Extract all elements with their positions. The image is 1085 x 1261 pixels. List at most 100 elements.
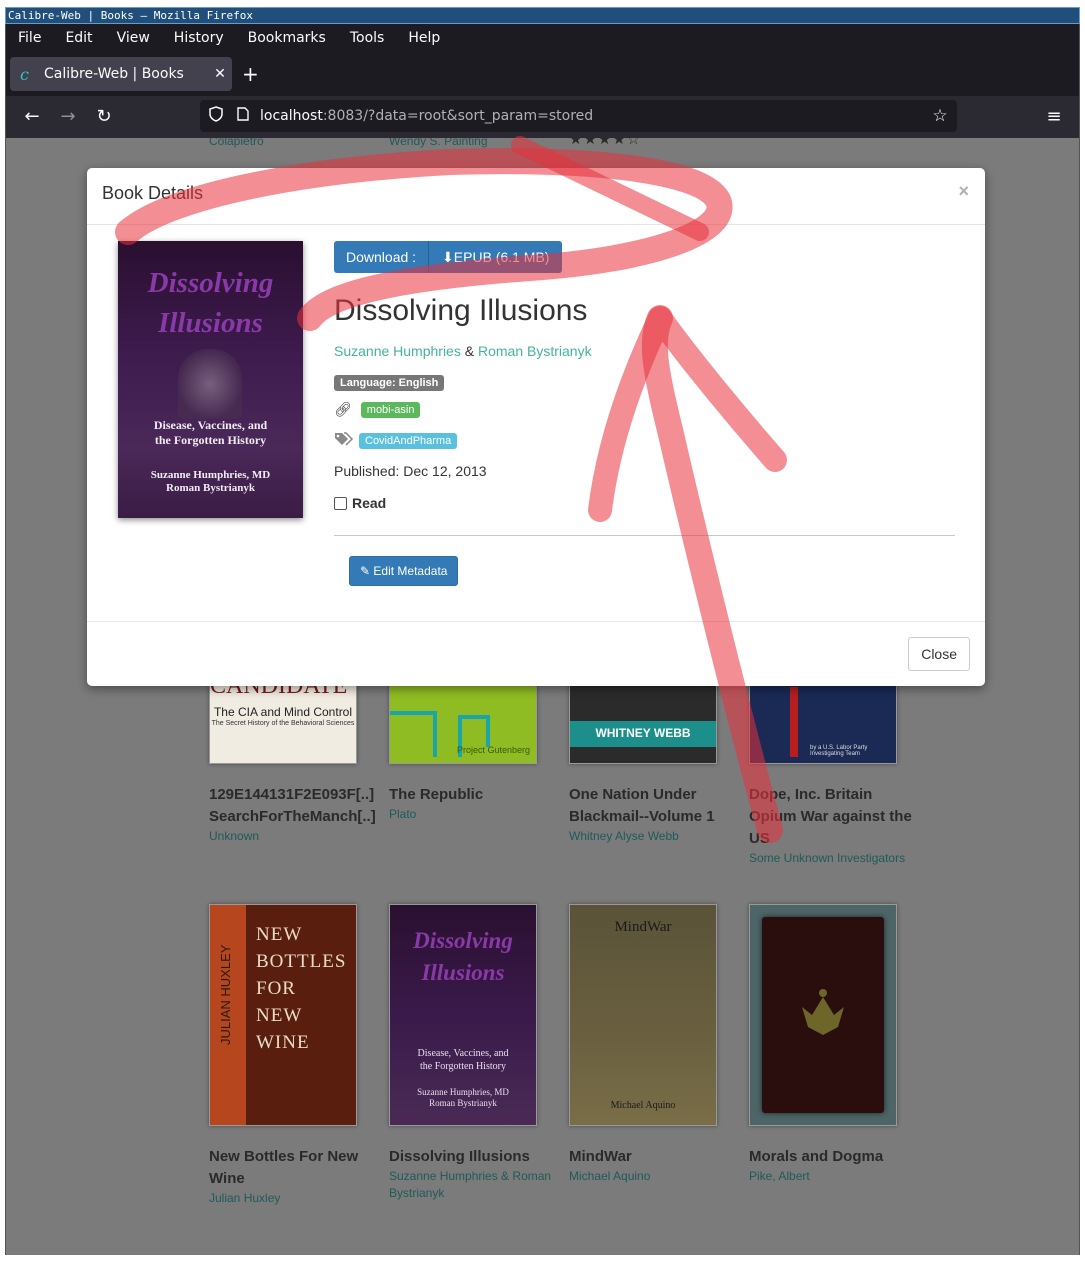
close-button[interactable]: Close bbox=[908, 637, 970, 671]
close-tab-icon[interactable]: ✕ bbox=[208, 66, 232, 82]
cover-authors: Suzanne Humphries, MD Roman Bystrianyk bbox=[390, 1087, 536, 1109]
identifier-badge[interactable]: mobi-asin bbox=[360, 402, 421, 418]
edit-icon: ✎ bbox=[360, 564, 371, 578]
menu-bookmarks[interactable]: Bookmarks bbox=[236, 30, 338, 46]
browser-chrome: File Edit View History Bookmarks Tools H… bbox=[5, 24, 1080, 138]
hamburger-menu-icon[interactable]: ≡ bbox=[1041, 104, 1067, 130]
cover-text: Illusions bbox=[421, 960, 505, 985]
modal-title: Book Details bbox=[102, 183, 204, 203]
close-icon[interactable]: × bbox=[958, 181, 969, 202]
tab-title: Calibre-Web | Books bbox=[44, 66, 184, 82]
published-date: Published: Dec 12, 2013 bbox=[334, 463, 487, 479]
book-author[interactable]: Whitney Alyse Webb bbox=[569, 828, 739, 845]
cover-text: the Forgotten History bbox=[154, 433, 267, 447]
book-card[interactable]: JULIAN HUXLEY NEW BOTTLES FOR NEW WINE N… bbox=[209, 904, 379, 1207]
menu-help[interactable]: Help bbox=[396, 30, 452, 46]
book-author[interactable]: Some Unknown Investigators bbox=[749, 850, 919, 867]
back-arrow-icon[interactable]: ← bbox=[18, 104, 46, 130]
bookmark-star-icon[interactable]: ☆ bbox=[923, 106, 957, 126]
cover-text: Disease, Vaccines, and bbox=[153, 418, 268, 432]
new-tab-icon[interactable]: + bbox=[242, 64, 259, 84]
language-badge: Language: English bbox=[334, 375, 445, 391]
edit-metadata-button[interactable]: ✎ Edit Metadata bbox=[349, 556, 459, 586]
read-checkbox[interactable] bbox=[334, 496, 347, 510]
forward-arrow-icon[interactable]: → bbox=[54, 104, 82, 130]
tab-calibre-web[interactable]: c Calibre-Web | Books ✕ bbox=[10, 57, 232, 91]
cover-text: WHITNEY WEBB bbox=[595, 726, 691, 740]
link-icon: 🔗︎ bbox=[334, 402, 352, 418]
cover-text: Roman Bystrianyk bbox=[429, 1098, 497, 1108]
book-card[interactable]: MindWar Michael Aquino MindWar Michael A… bbox=[569, 904, 739, 1185]
book-details-modal: Book Details × Dissolving Illusions Dise… bbox=[87, 168, 985, 686]
url-bar[interactable]: localhost:8083/?data=root&sort_param=sto… bbox=[200, 100, 957, 132]
book-binding bbox=[762, 917, 884, 1113]
book-card[interactable]: Morals and Dogma Pike, Albert bbox=[749, 904, 919, 1185]
modal-footer-divider bbox=[87, 621, 985, 622]
download-button-group: Download : ⬇EPUB (6.1 MB) bbox=[334, 241, 563, 273]
book-title[interactable]: Dope, Inc. Britain Opium War against the… bbox=[749, 784, 919, 850]
book-title[interactable]: Dissolving Illusions bbox=[389, 1146, 559, 1168]
tags-row: CovidAndPharma bbox=[334, 432, 458, 450]
download-label[interactable]: Download : bbox=[334, 241, 430, 273]
book-title[interactable]: 129E144131F2E093F[..] SearchForTheManch[… bbox=[209, 784, 379, 828]
book-author[interactable]: Wendy S. Painting bbox=[389, 138, 488, 148]
book-title[interactable]: One Nation Under Blackmail--Volume 1 bbox=[569, 784, 739, 828]
book-author[interactable]: Pike, Albert bbox=[749, 1168, 919, 1185]
navigation-bar: ← → ↻ localhost:8083/?data=root&sort_par… bbox=[6, 96, 1079, 138]
cover-title-block: Dissolving Illusions bbox=[390, 925, 536, 989]
url-text[interactable]: localhost:8083/?data=root&sort_param=sto… bbox=[260, 108, 923, 124]
cover-text: FOR bbox=[256, 978, 296, 999]
reload-icon[interactable]: ↻ bbox=[90, 104, 118, 130]
menu-history[interactable]: History bbox=[162, 30, 236, 46]
book-author[interactable]: Plato bbox=[389, 806, 559, 823]
download-epub-label: EPUB (6.1 MB) bbox=[453, 249, 550, 265]
identifiers-row: 🔗︎ mobi-asin bbox=[334, 402, 421, 418]
book-title[interactable]: Morals and Dogma bbox=[749, 1146, 919, 1168]
book-cover[interactable]: MindWar Michael Aquino bbox=[569, 904, 717, 1126]
book-author[interactable]: Michael Aquino bbox=[569, 1168, 739, 1185]
read-toggle[interactable]: Read bbox=[334, 495, 386, 511]
menu-view[interactable]: View bbox=[105, 30, 162, 46]
book-cover[interactable]: Dissolving Illusions Disease, Vaccines, … bbox=[389, 904, 537, 1126]
menu-bar: File Edit View History Bookmarks Tools H… bbox=[6, 24, 1079, 52]
book-card[interactable]: Dissolving Illusions Disease, Vaccines, … bbox=[389, 904, 559, 1202]
cover-subtitle: Disease, Vaccines, and the Forgotten His… bbox=[118, 418, 303, 448]
download-epub-button[interactable]: ⬇EPUB (6.1 MB) bbox=[429, 241, 563, 273]
shield-icon[interactable] bbox=[200, 106, 232, 126]
book-title[interactable]: New Bottles For New Wine bbox=[209, 1146, 379, 1190]
cover-text: Disease, Vaccines, and bbox=[417, 1048, 509, 1059]
tag-badge[interactable]: CovidAndPharma bbox=[359, 433, 458, 449]
book-cover[interactable]: JULIAN HUXLEY NEW BOTTLES FOR NEW WINE bbox=[209, 904, 357, 1126]
menu-edit[interactable]: Edit bbox=[53, 30, 104, 46]
child-figure bbox=[178, 349, 242, 419]
read-label: Read bbox=[352, 495, 387, 511]
book-cover[interactable] bbox=[749, 904, 897, 1126]
author-link[interactable]: Roman Bystrianyk bbox=[478, 343, 592, 359]
menu-file[interactable]: File bbox=[6, 30, 53, 46]
cover-text: the Forgotten History bbox=[420, 1061, 506, 1072]
rating-stars: ★★★★☆ bbox=[569, 138, 642, 148]
cover-text: Illusions bbox=[158, 307, 263, 339]
book-title[interactable]: MindWar bbox=[569, 1146, 739, 1168]
cover-authors: Suzanne Humphries, MD Roman Bystrianyk bbox=[118, 469, 303, 495]
cover-band bbox=[790, 687, 798, 757]
cover-text: Suzanne Humphries, MD bbox=[417, 1087, 509, 1097]
book-author[interactable]: Colapietro bbox=[209, 138, 264, 148]
book-author[interactable]: Suzanne Humphries & Roman Bystrianyk bbox=[389, 1168, 559, 1202]
book-author[interactable]: Unknown bbox=[209, 828, 379, 845]
menu-tools[interactable]: Tools bbox=[338, 30, 397, 46]
cover-title-block: NEW BOTTLES FOR NEW WINE bbox=[256, 921, 346, 1056]
cover-text: BOTTLES bbox=[256, 951, 347, 972]
eagle-emblem-icon bbox=[802, 989, 844, 1035]
book-title[interactable]: The Republic bbox=[389, 784, 559, 806]
author-separator: & bbox=[464, 343, 475, 359]
book-cover: Dissolving Illusions Disease, Vaccines, … bbox=[118, 241, 303, 518]
tags-icon bbox=[334, 432, 354, 450]
author-link[interactable]: Suzanne Humphries bbox=[334, 343, 461, 359]
page-info-icon[interactable] bbox=[232, 107, 254, 125]
cover-text: Michael Aquino bbox=[610, 1100, 676, 1111]
book-authors: Suzanne Humphries & Roman Bystrianyk bbox=[334, 343, 592, 359]
book-author[interactable]: Julian Huxley bbox=[209, 1190, 379, 1207]
cover-title-block: Dissolving Illusions bbox=[118, 263, 303, 343]
calibre-icon: c bbox=[20, 64, 29, 84]
